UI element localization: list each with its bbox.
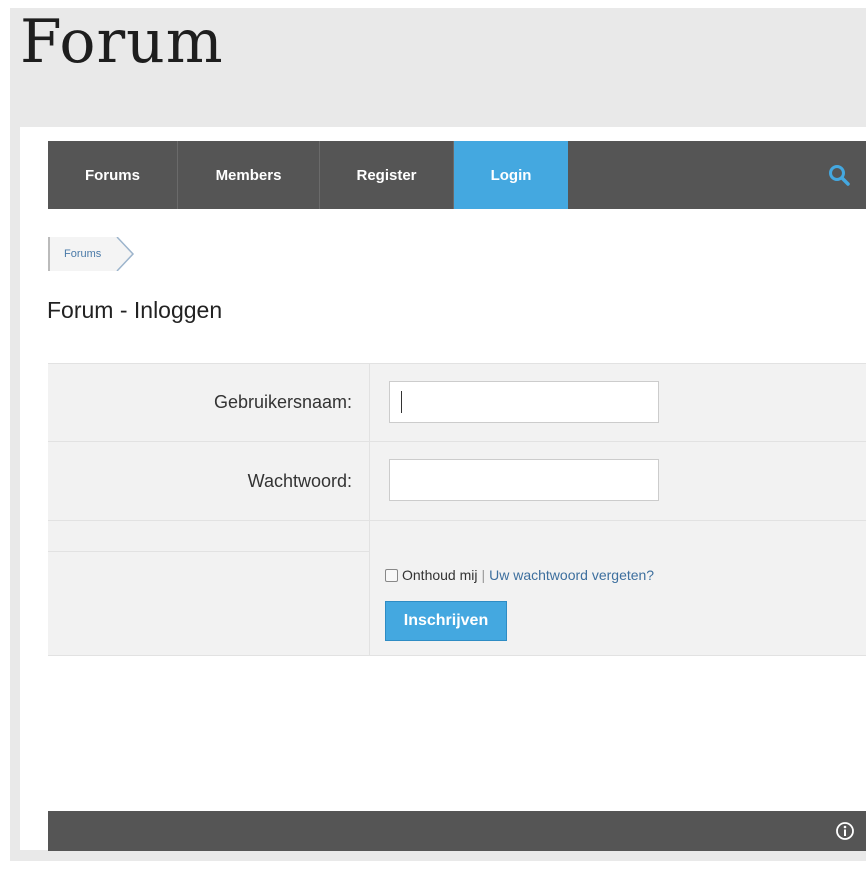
separator: | — [481, 567, 486, 583]
nav-item-login[interactable]: Login — [454, 141, 568, 209]
breadcrumb-item-forums[interactable]: Forums — [48, 237, 114, 271]
password-row: Wachtwoord: — [48, 442, 866, 521]
username-row: Gebruikersnaam: — [48, 364, 866, 442]
row-divider — [48, 551, 370, 552]
remember-me-group: Onthoud mij | Uw wachtwoord vergeten? — [385, 567, 654, 583]
forgot-password-link[interactable]: Uw wachtwoord vergeten? — [489, 567, 654, 583]
info-icon[interactable] — [835, 821, 855, 841]
site-title: Forum — [20, 7, 224, 77]
password-label: Wachtwoord: — [48, 442, 370, 520]
username-label: Gebruikersnaam: — [48, 364, 370, 441]
username-input[interactable] — [389, 381, 659, 423]
top-navigation: Forums Members Register Login — [48, 141, 866, 209]
page-title: Forum - Inloggen — [47, 297, 223, 323]
footer-bar — [48, 811, 866, 851]
remember-me-label[interactable]: Onthoud mij — [402, 567, 477, 583]
search-icon[interactable] — [827, 163, 851, 187]
password-input[interactable] — [389, 459, 659, 501]
remember-me-checkbox[interactable] — [385, 568, 398, 582]
actions-label-cell — [48, 521, 370, 655]
breadcrumb: Forums — [48, 237, 135, 271]
actions-row: Onthoud mij | Uw wachtwoord vergeten? In… — [48, 521, 866, 655]
main-content: Forums Members Register Login Forums For… — [20, 127, 866, 851]
login-submit-button[interactable]: Inschrijven — [385, 601, 507, 641]
chevron-right-icon — [113, 237, 135, 271]
nav-item-members[interactable]: Members — [178, 141, 320, 209]
text-caret — [401, 391, 402, 413]
login-form: Gebruikersnaam: Wachtwoord: Onthoud mij … — [48, 363, 866, 656]
nav-item-forums[interactable]: Forums — [48, 141, 178, 209]
nav-item-register[interactable]: Register — [320, 141, 454, 209]
